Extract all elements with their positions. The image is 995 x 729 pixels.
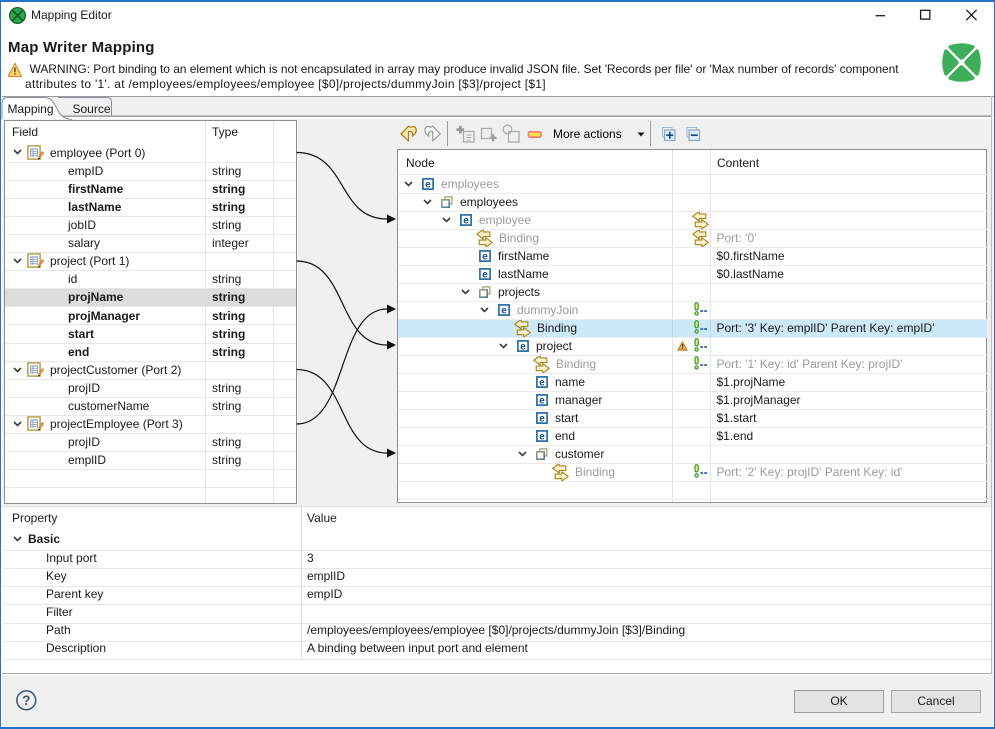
svg-text:e: e <box>539 413 545 424</box>
svg-text:e: e <box>539 395 545 406</box>
svg-text:e: e <box>425 179 431 190</box>
svg-text:e: e <box>501 305 507 316</box>
svg-text:e: e <box>520 341 526 352</box>
svg-text:e: e <box>482 251 488 262</box>
svg-text:e: e <box>463 215 469 226</box>
svg-text:e: e <box>482 269 488 280</box>
svg-text:e: e <box>539 377 545 388</box>
svg-text:e: e <box>539 431 545 442</box>
svg-text:?: ? <box>22 693 30 708</box>
